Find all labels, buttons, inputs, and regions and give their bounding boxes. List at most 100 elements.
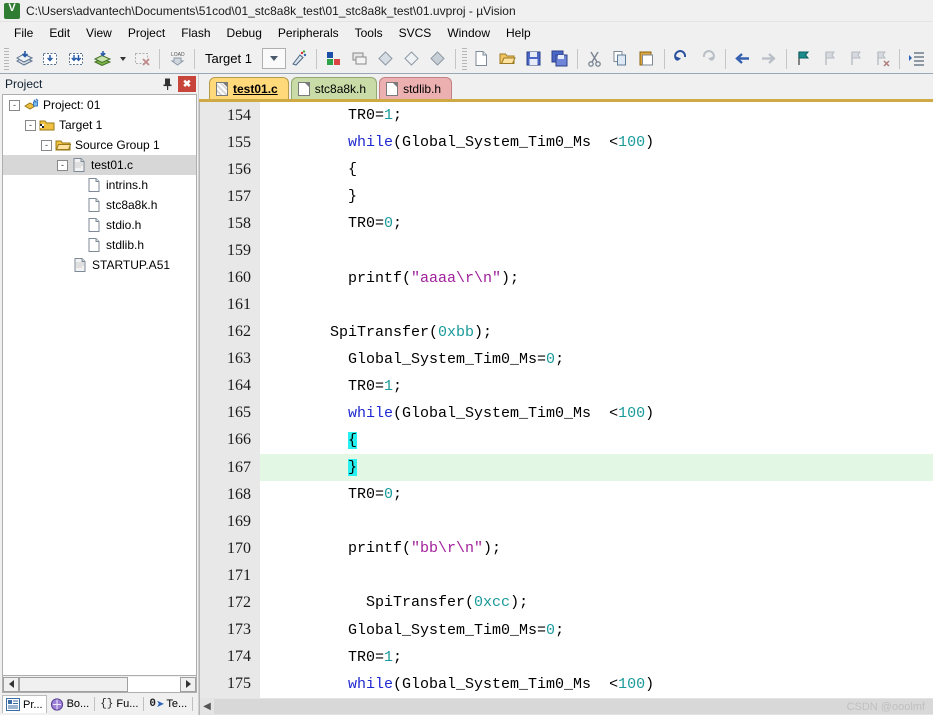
code-line[interactable]: 173 Global_System_Tim0_Ms=0; <box>200 616 933 644</box>
panel-tab-books[interactable]: Bo... <box>47 696 93 713</box>
code-line[interactable]: 170 printf("bb\r\n"); <box>200 535 933 563</box>
new-file-icon[interactable] <box>470 47 494 71</box>
open-file-icon[interactable] <box>496 47 520 71</box>
code-text[interactable] <box>260 292 933 319</box>
menu-item-debug[interactable]: Debug <box>219 24 270 42</box>
code-line[interactable]: 169 <box>200 508 933 536</box>
multi-project-icon[interactable] <box>348 47 372 71</box>
code-line[interactable]: 162 SpiTransfer(0xbb); <box>200 318 933 346</box>
code-line[interactable]: 158 TR0=0; <box>200 210 933 238</box>
code-line[interactable]: 155 while(Global_System_Tim0_Ms <100) <box>200 129 933 157</box>
tree-toggle[interactable]: - <box>57 159 68 171</box>
code-text[interactable] <box>260 562 933 589</box>
redo-icon[interactable] <box>696 47 720 71</box>
panel-tab-project[interactable]: Pr... <box>2 695 47 713</box>
document-tab-stc8a8k-h[interactable]: stc8a8k.h <box>290 77 378 99</box>
code-text[interactable]: { <box>260 156 933 183</box>
code-line[interactable]: 165 while(Global_System_Tim0_Ms <100) <box>200 399 933 427</box>
code-line[interactable]: 159 <box>200 237 933 265</box>
target-selector[interactable]: Target 1 <box>199 51 258 66</box>
bookmark-toggle-icon[interactable] <box>792 47 816 71</box>
menu-item-window[interactable]: Window <box>439 24 498 42</box>
undo-icon[interactable] <box>670 47 694 71</box>
tree-toggle[interactable]: - <box>9 99 20 111</box>
tree-node-project[interactable]: - Project: 01 <box>3 95 196 115</box>
menu-item-peripherals[interactable]: Peripherals <box>270 24 347 42</box>
pin-icon[interactable] <box>158 76 176 92</box>
hscroll-thumb[interactable] <box>19 676 129 692</box>
menu-item-flash[interactable]: Flash <box>173 24 218 42</box>
book-icon[interactable] <box>374 47 398 71</box>
manage-run-environment-icon[interactable] <box>322 47 346 71</box>
code-text[interactable]: printf("bb\r\n"); <box>260 535 933 562</box>
build-icon[interactable] <box>12 47 36 71</box>
bookmark-next-icon[interactable] <box>844 47 868 71</box>
navigate-forward-icon[interactable] <box>757 47 781 71</box>
batch-build-icon[interactable] <box>90 47 114 71</box>
code-text[interactable]: SpiTransfer(0xbb); <box>260 319 933 346</box>
code-text[interactable]: while(Global_System_Tim0_Ms <100) <box>260 671 933 698</box>
code-line[interactable]: 172 SpiTransfer(0xcc); <box>200 589 933 617</box>
toolbar-grip[interactable] <box>4 47 9 70</box>
menu-item-file[interactable]: File <box>6 24 41 42</box>
scroll-right-icon[interactable] <box>180 676 196 692</box>
code-line[interactable]: 166 { <box>200 426 933 455</box>
code-line[interactable]: 167 } <box>200 454 933 482</box>
code-text[interactable]: Global_System_Tim0_Ms=0; <box>260 616 933 643</box>
code-line[interactable]: 156 { <box>200 156 933 184</box>
target-options-icon[interactable] <box>287 47 311 71</box>
tree-node-stdlib-h[interactable]: stdlib.h <box>3 235 196 255</box>
indent-icon[interactable] <box>905 47 929 71</box>
code-text[interactable]: Global_System_Tim0_Ms=0; <box>260 346 933 373</box>
translate-icon[interactable] <box>38 47 62 71</box>
code-line[interactable]: 154 TR0=1; <box>200 102 933 130</box>
code-text[interactable]: while(Global_System_Tim0_Ms <100) <box>260 400 933 427</box>
tree-node-stdio-h[interactable]: stdio.h <box>3 215 196 235</box>
bookmark-clear-icon[interactable] <box>870 47 894 71</box>
document-tab-stdlib-h[interactable]: stdlib.h <box>379 77 453 99</box>
code-text[interactable]: TR0=0; <box>260 210 933 237</box>
target-dropdown-icon[interactable] <box>261 48 286 69</box>
download-icon[interactable]: LOAD <box>165 47 189 71</box>
menu-item-edit[interactable]: Edit <box>41 24 78 42</box>
navigate-back-icon[interactable] <box>731 47 755 71</box>
code-line[interactable]: 161 <box>200 291 933 319</box>
panel-tab-functions[interactable]: {} Fu... <box>97 696 141 712</box>
save-icon[interactable] <box>522 47 546 71</box>
code-text[interactable]: printf("aaaa\r\n"); <box>260 264 933 291</box>
code-text[interactable] <box>260 237 933 264</box>
code-line[interactable]: 163 Global_System_Tim0_Ms=0; <box>200 345 933 373</box>
code-line[interactable]: 164 TR0=1; <box>200 372 933 400</box>
rebuild-icon[interactable] <box>64 47 88 71</box>
save-all-icon[interactable] <box>548 47 572 71</box>
editor-hscroll-track[interactable] <box>214 699 933 714</box>
menu-item-help[interactable]: Help <box>498 24 539 42</box>
code-text[interactable]: TR0=1; <box>260 644 933 671</box>
code-text[interactable]: TR0=1; <box>260 102 933 129</box>
tree-node-stc8a8k-h[interactable]: stc8a8k.h <box>3 195 196 215</box>
bookmark-prev-icon[interactable] <box>818 47 842 71</box>
code-line[interactable]: 171 <box>200 562 933 590</box>
tree-node-startup-a51[interactable]: STARTUP.A51 <box>3 255 196 275</box>
menu-item-project[interactable]: Project <box>120 24 173 42</box>
code-text[interactable]: { <box>260 427 933 454</box>
tree-toggle[interactable]: - <box>25 119 36 131</box>
code-text[interactable]: while(Global_System_Tim0_Ms <100) <box>260 129 933 156</box>
code-line[interactable]: 157 } <box>200 183 933 211</box>
code-text[interactable]: } <box>260 454 933 482</box>
code-text[interactable]: TR0=0; <box>260 481 933 508</box>
tree-node-test01-c[interactable]: - test01.c <box>3 155 196 175</box>
menu-item-view[interactable]: View <box>78 24 120 42</box>
copy-icon[interactable] <box>609 47 633 71</box>
project-tree[interactable]: - Project: 01 - Target 1 - Source Group … <box>2 94 197 676</box>
project-tree-hscrollbar[interactable] <box>2 676 197 693</box>
toolbar-grip-2[interactable] <box>461 47 467 70</box>
cut-icon[interactable] <box>583 47 607 71</box>
code-text[interactable]: SpiTransfer(0xcc); <box>260 589 933 616</box>
editor-scroll-left-icon[interactable]: ◀ <box>200 699 214 714</box>
code-line[interactable]: 175 while(Global_System_Tim0_Ms <100) <box>200 670 933 698</box>
close-icon[interactable]: ✖ <box>178 76 196 92</box>
package-icon[interactable] <box>426 47 450 71</box>
batch-build-dropdown-icon[interactable] <box>116 47 128 71</box>
code-line[interactable]: 160 printf("aaaa\r\n"); <box>200 264 933 292</box>
